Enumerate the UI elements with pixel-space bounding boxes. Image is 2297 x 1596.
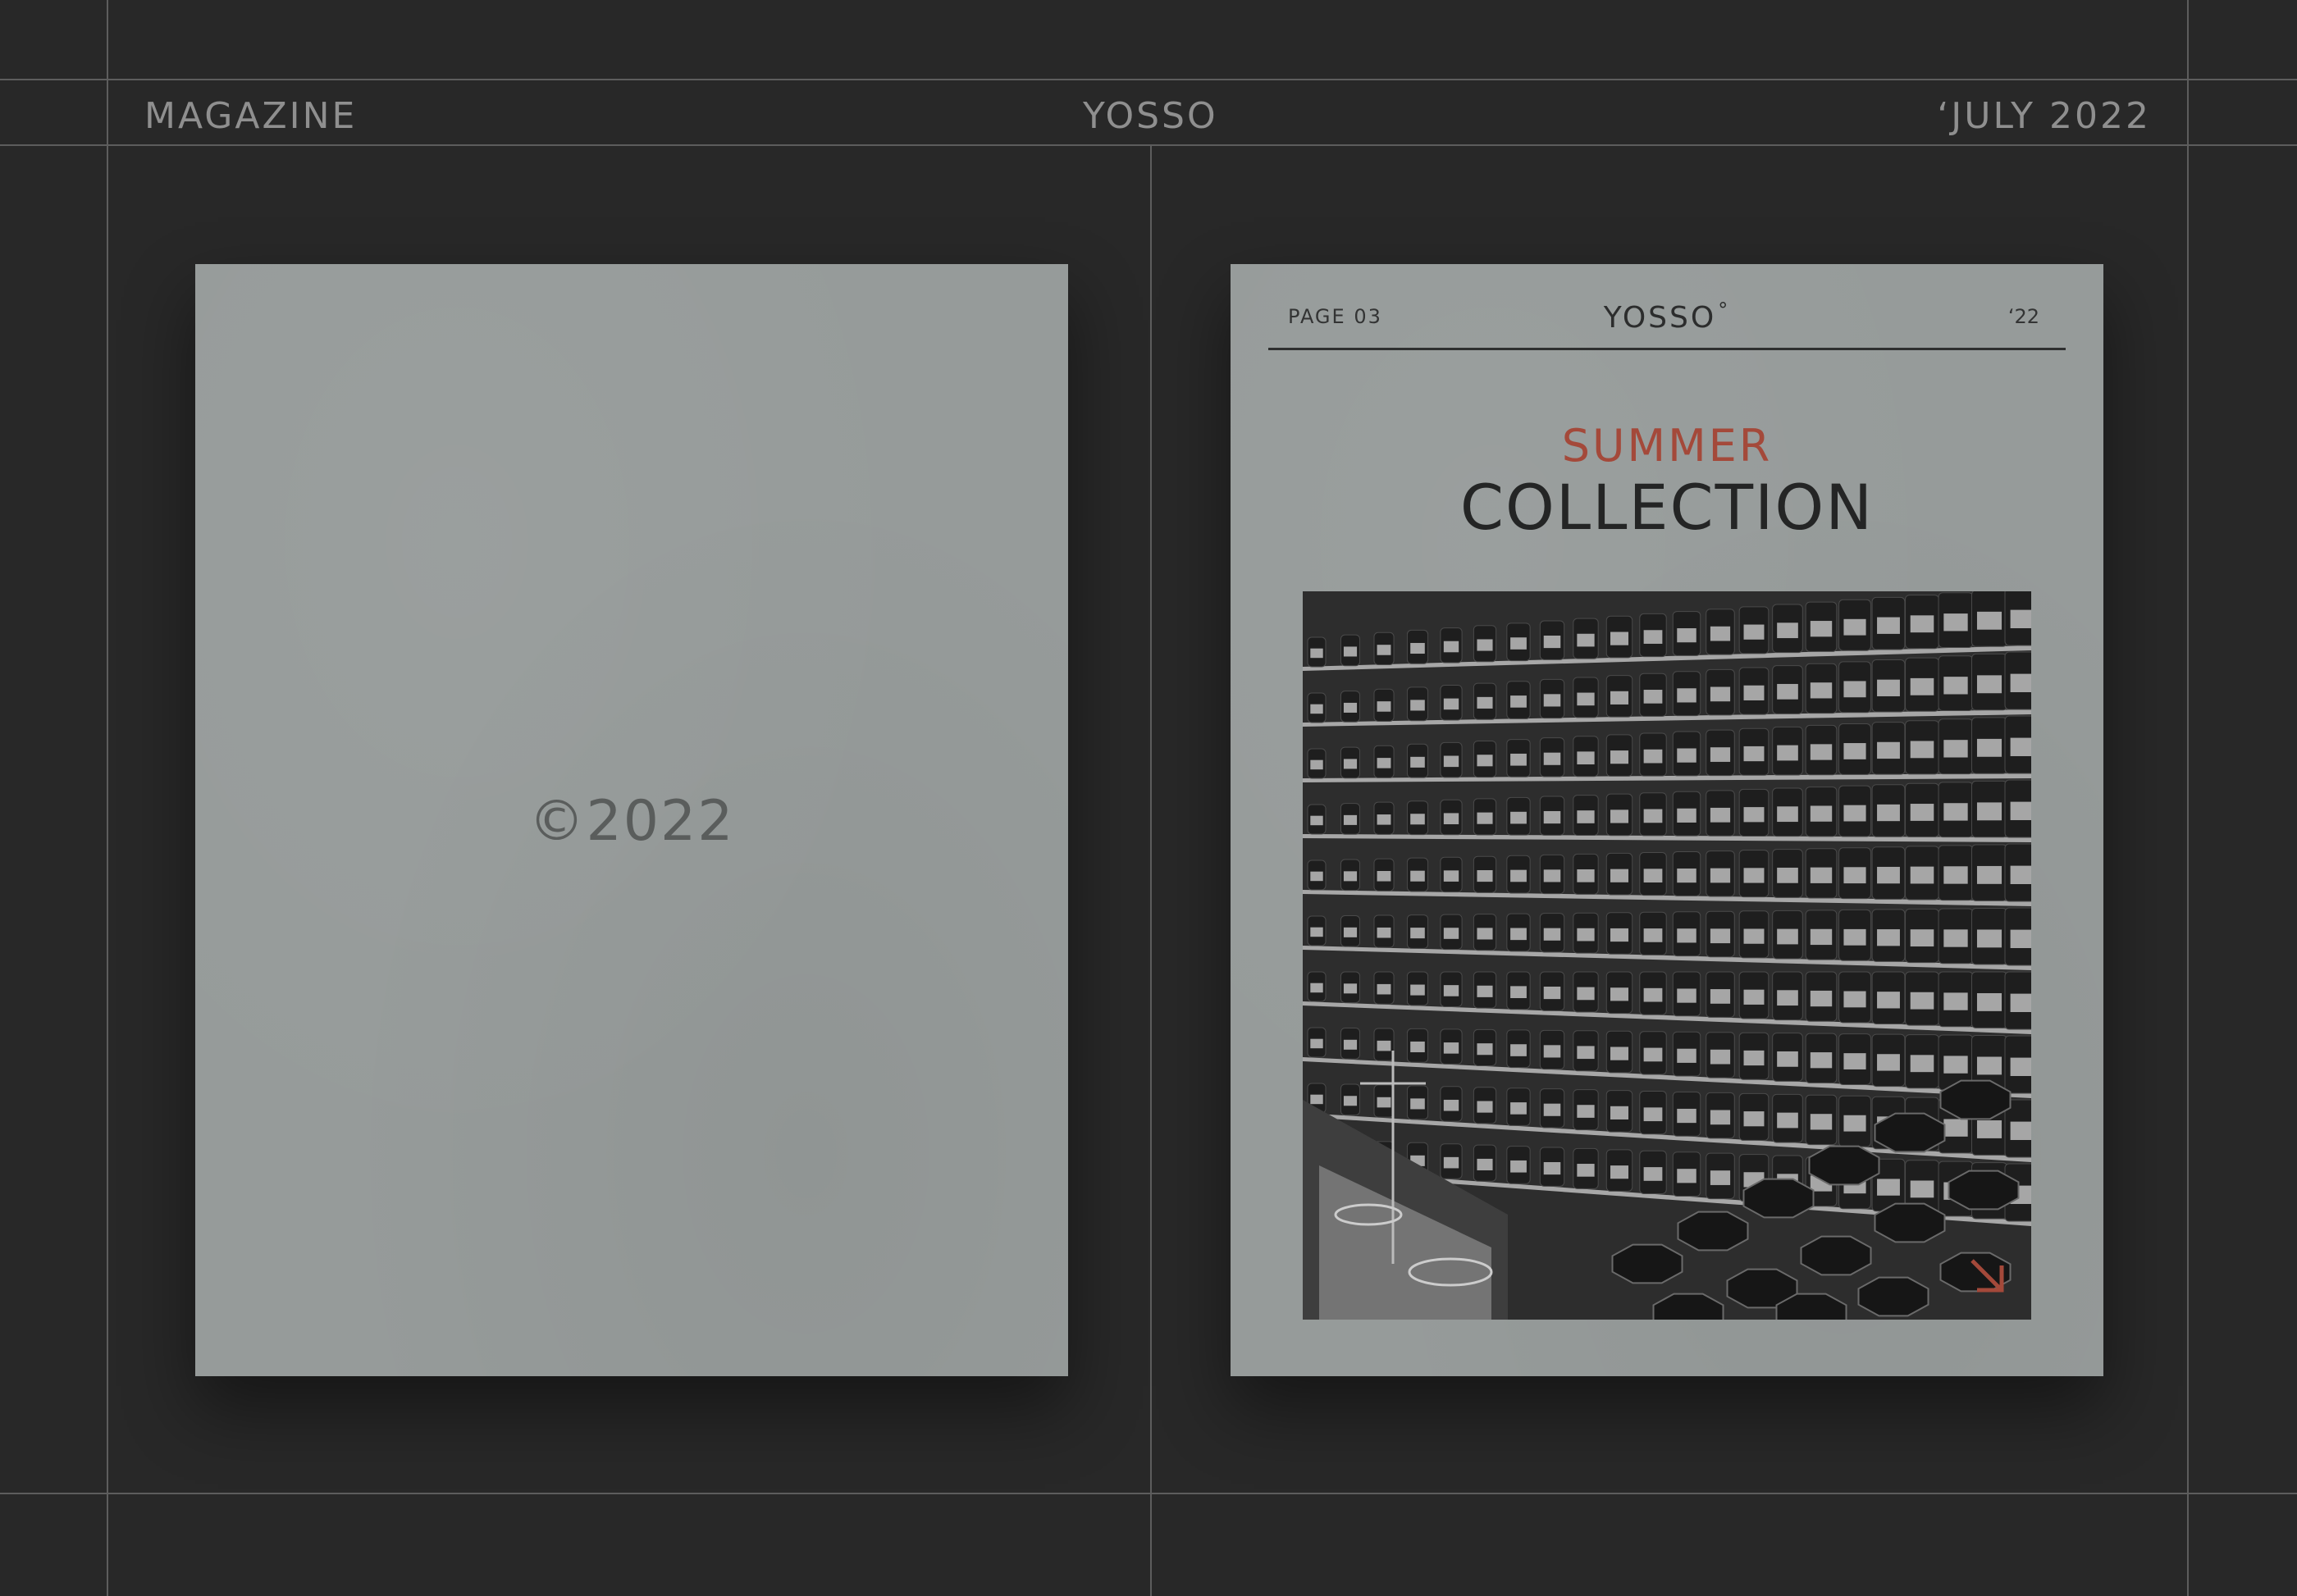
guide-line-right: [2187, 0, 2189, 1596]
arrow-down-right-icon[interactable]: [1966, 1254, 2008, 1297]
magazine-label: MAGAZINE: [144, 95, 358, 137]
title-collection: COLLECTION: [1459, 471, 1875, 544]
issue-date-label: ʻJULY 2022: [1937, 95, 2151, 137]
right-page: PAGE 03 YOSSO° ʻ22 SUMMER COLLECTION: [1231, 264, 2103, 1376]
guide-line-header-bottom: [0, 144, 2297, 146]
page-header: PAGE 03 YOSSO° ʻ22: [1268, 299, 2066, 350]
apothecary-shelves-photo: [1303, 591, 2031, 1320]
guide-line-left: [107, 0, 108, 1596]
page-brand: YOSSO°: [1268, 299, 2066, 335]
page-brand-text: YOSSO: [1603, 301, 1717, 335]
magazine-spread-canvas: MAGAZINE YOSSO ʻJULY 2022 ©2022 PAGE 03 …: [0, 0, 2297, 1596]
left-page: ©2022: [195, 264, 1068, 1376]
photo-illustration: [1303, 591, 2031, 1320]
page-year: ʻ22: [2007, 305, 2039, 328]
title-summer: SUMMER: [1561, 420, 1773, 472]
brand-label: YOSSO: [1083, 95, 1218, 137]
guide-line-top: [0, 79, 2297, 80]
guide-line-bottom: [0, 1493, 2297, 1494]
guide-line-center: [1150, 146, 1152, 1596]
brand-degree-mark: °: [1718, 299, 1731, 321]
copyright-text: ©2022: [528, 789, 735, 854]
